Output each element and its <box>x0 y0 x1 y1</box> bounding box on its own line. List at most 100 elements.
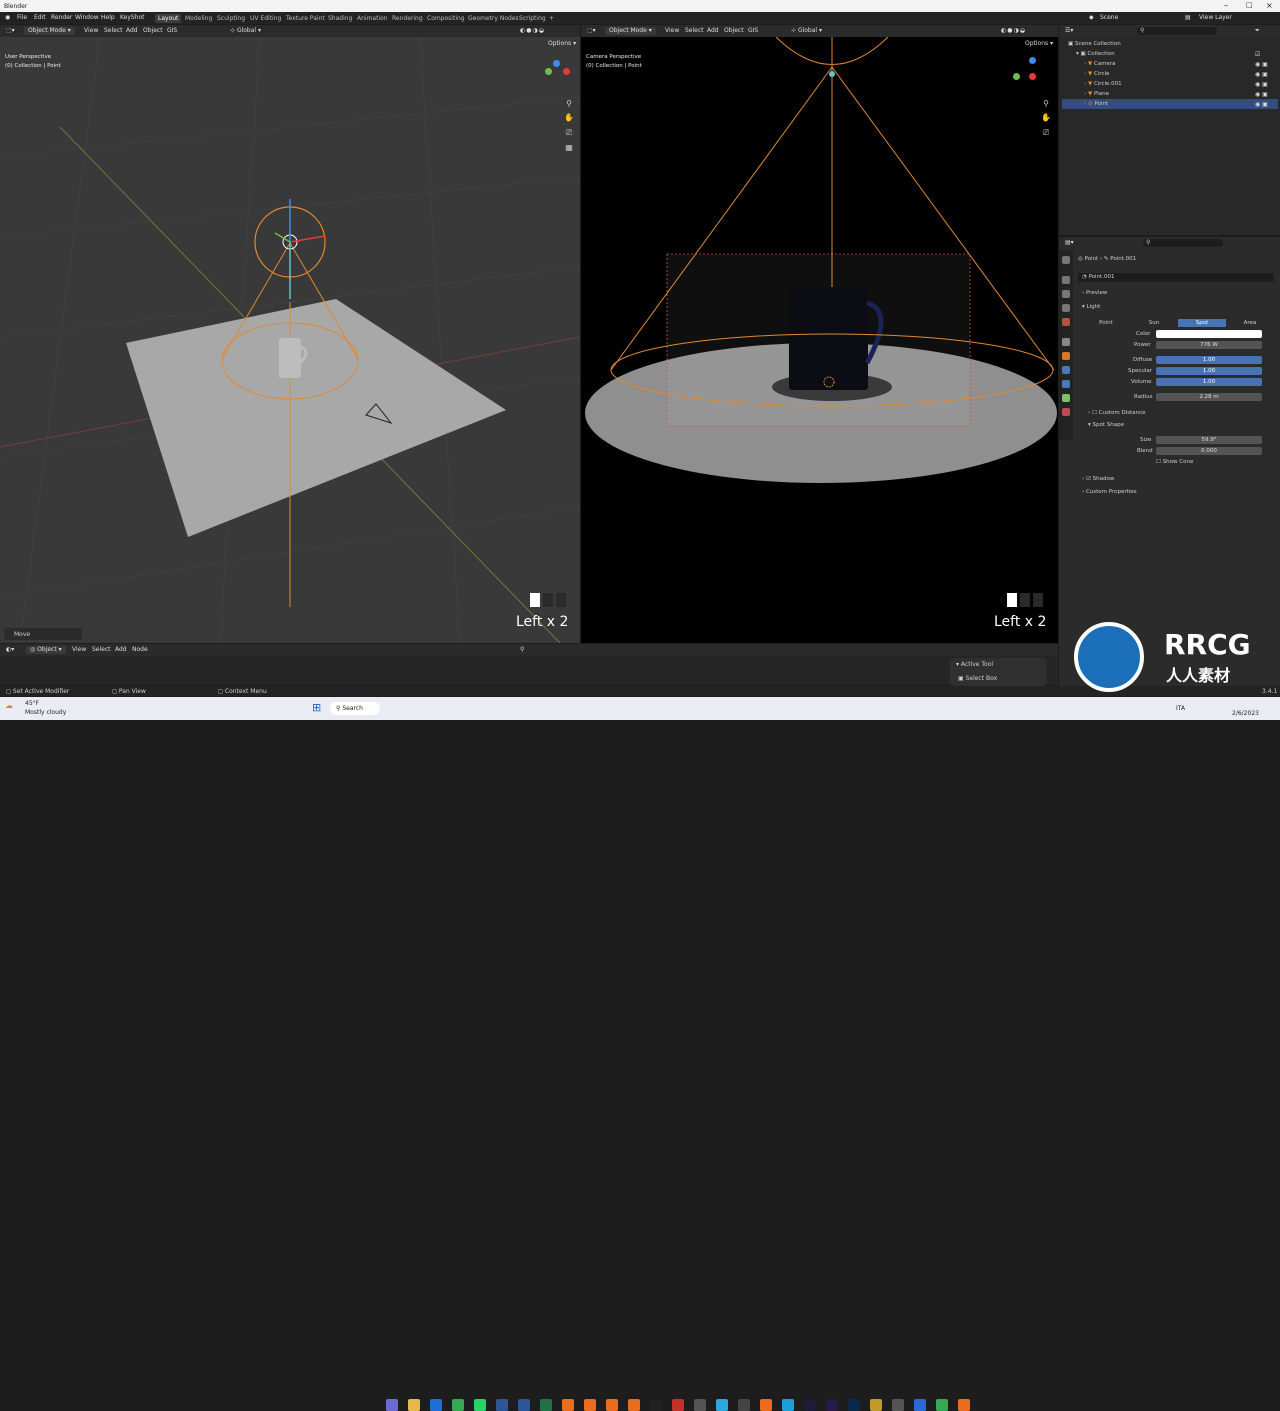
last-operator-panel[interactable]: Move <box>4 628 82 640</box>
menu-window[interactable]: Window <box>75 14 99 21</box>
menu-add[interactable]: Add <box>115 646 127 654</box>
app-icon[interactable] <box>672 1399 684 1411</box>
tool-tab-icon[interactable] <box>1062 256 1070 264</box>
light-type-spot[interactable]: Spot <box>1178 319 1226 327</box>
editor-type-icon[interactable]: ▤▾ <box>1065 239 1074 247</box>
blender-icon[interactable] <box>562 1399 574 1411</box>
shading-buttons[interactable]: ◐●◑◒ <box>520 27 545 35</box>
app-9-icon[interactable] <box>914 1399 926 1411</box>
pin-icon[interactable]: ⚲ <box>520 646 524 654</box>
camera-view-icon[interactable]: ⎚ <box>564 128 574 138</box>
power-field[interactable]: 776 W <box>1156 341 1262 349</box>
zoom-icon[interactable]: ⚲ <box>564 99 574 109</box>
menu-help[interactable]: Help <box>101 14 115 21</box>
options-button[interactable]: Options ▾ <box>1025 40 1053 48</box>
camera-view-icon[interactable]: ⎚ <box>1041 128 1051 138</box>
pan-hand-icon[interactable]: ✋ <box>1041 113 1051 123</box>
outliner-root[interactable]: ▣ Scene Collection <box>1062 39 1278 49</box>
light-type-point[interactable]: Point <box>1082 319 1130 327</box>
view-layer-tab-icon[interactable] <box>1062 304 1070 312</box>
light-type-area[interactable]: Area <box>1226 319 1274 327</box>
close-icon[interactable]: × <box>1266 1 1273 10</box>
outlook-icon[interactable] <box>496 1399 508 1411</box>
photoshop-icon[interactable] <box>848 1399 860 1411</box>
pan-hand-icon[interactable]: ✋ <box>564 113 574 123</box>
spot-shape-subpanel[interactable]: ▾ Spot Shape <box>1088 421 1124 430</box>
datablock-selector[interactable]: ◔ Point.001 <box>1078 273 1274 282</box>
preview-panel[interactable]: › Preview <box>1082 289 1107 298</box>
tab-texture-paint[interactable]: Texture Paint <box>283 14 328 23</box>
menu-object[interactable]: Object <box>143 27 163 35</box>
outliner-item-plane[interactable]: › ▼ Plane <box>1062 89 1278 99</box>
outliner-item-circle[interactable]: › ▼ Circle <box>1062 69 1278 79</box>
texture-tab-icon[interactable] <box>1062 408 1070 416</box>
blender-logo-icon[interactable]: ◉ <box>5 14 10 21</box>
specular-slider[interactable]: 1.00 <box>1156 367 1262 375</box>
custom-distance-subpanel[interactable]: › ☐ Custom Distance <box>1088 409 1146 418</box>
tab-animation[interactable]: Animation <box>354 14 391 23</box>
object-mode-dropdown[interactable]: ◎ Object ▾ <box>26 646 66 654</box>
outliner-search-input[interactable]: ⚲ <box>1137 27 1217 35</box>
menu-select[interactable]: Select <box>685 27 704 35</box>
app-2-icon[interactable] <box>694 1399 706 1411</box>
diffuse-slider[interactable]: 1.00 <box>1156 356 1262 364</box>
tab-geometry-nodes[interactable]: Geometry Nodes <box>465 14 522 23</box>
mail-icon[interactable] <box>430 1399 442 1411</box>
blender-4-icon[interactable] <box>628 1399 640 1411</box>
whatsapp-icon[interactable] <box>474 1399 486 1411</box>
mode-dropdown[interactable]: Object Mode ▾ <box>24 27 75 35</box>
scene-name[interactable]: Scene <box>1100 14 1118 21</box>
object-tab-icon[interactable] <box>1062 352 1070 360</box>
app-8-icon[interactable] <box>892 1399 904 1411</box>
tab-layout[interactable]: Layout <box>155 14 182 23</box>
menu-add[interactable]: Add <box>126 27 138 35</box>
tab-modeling[interactable]: Modeling <box>182 14 215 23</box>
mug-object[interactable] <box>279 338 301 378</box>
blender-3-icon[interactable] <box>606 1399 618 1411</box>
menu-keyshot[interactable]: KeyShot <box>120 14 145 21</box>
custom-properties-panel[interactable]: › Custom Properties <box>1082 488 1137 497</box>
light-data-tab-icon[interactable] <box>1062 394 1070 402</box>
mug-object[interactable] <box>789 287 868 390</box>
tab-compositing[interactable]: Compositing <box>424 14 468 23</box>
app-7-icon[interactable] <box>870 1399 882 1411</box>
taskview-icon[interactable] <box>386 1399 398 1411</box>
menu-object[interactable]: Object <box>724 27 744 35</box>
premiere-icon[interactable] <box>826 1399 838 1411</box>
maximize-icon[interactable]: □ <box>1246 1 1253 9</box>
menu-select[interactable]: Select <box>104 27 123 35</box>
view-layer-name[interactable]: View Layer <box>1199 14 1232 21</box>
light-panel[interactable]: ▾ Light <box>1082 303 1100 312</box>
properties-search-input[interactable]: ⚲ <box>1143 239 1223 247</box>
nav-gizmo-z-icon[interactable] <box>1029 57 1036 64</box>
constraints-tab-icon[interactable] <box>1062 380 1070 388</box>
select-box-tool[interactable]: ▣ Select Box <box>958 675 997 682</box>
tab-scripting[interactable]: Scripting <box>516 14 549 23</box>
volume-slider[interactable]: 1.00 <box>1156 378 1262 386</box>
unreal-icon[interactable] <box>650 1399 662 1411</box>
chrome-icon[interactable] <box>452 1399 464 1411</box>
zoom-icon[interactable]: ⚲ <box>1041 99 1051 109</box>
nav-gizmo-x-icon[interactable] <box>1029 73 1036 80</box>
plane-object[interactable] <box>126 299 506 537</box>
orientation-dropdown[interactable]: ⊹ Global ▾ <box>230 27 261 35</box>
minimize-icon[interactable]: – <box>1224 1 1228 10</box>
show-cone-checkbox[interactable]: ☐ Show Cone <box>1156 458 1193 467</box>
chrome-2-icon[interactable] <box>936 1399 948 1411</box>
spot-size-field[interactable]: 59.9° <box>1156 436 1262 444</box>
color-swatch[interactable] <box>1156 330 1262 338</box>
nav-gizmo-y-icon[interactable] <box>1013 73 1020 80</box>
nav-gizmo-x-icon[interactable] <box>563 68 570 75</box>
menu-file[interactable]: File <box>17 14 27 21</box>
spot-blend-field[interactable]: 0.000 <box>1156 447 1262 455</box>
shadow-panel[interactable]: › ☑ Shadow <box>1082 475 1114 484</box>
outliner-item-point[interactable]: › ◎ Point <box>1062 99 1278 109</box>
menu-view[interactable]: View <box>665 27 679 35</box>
right-viewport[interactable]: Camera Perspective (0) Collection | Poin… <box>581 37 1058 643</box>
render-tab-icon[interactable] <box>1062 276 1070 284</box>
editor-type-icon[interactable]: ◐▾ <box>6 646 14 654</box>
outliner-item-camera[interactable]: › ▼ Camera <box>1062 59 1278 69</box>
menu-edit[interactable]: Edit <box>34 14 46 21</box>
editor-type-icon[interactable]: ☰▾ <box>1065 27 1073 35</box>
menu-render[interactable]: Render <box>51 14 72 21</box>
